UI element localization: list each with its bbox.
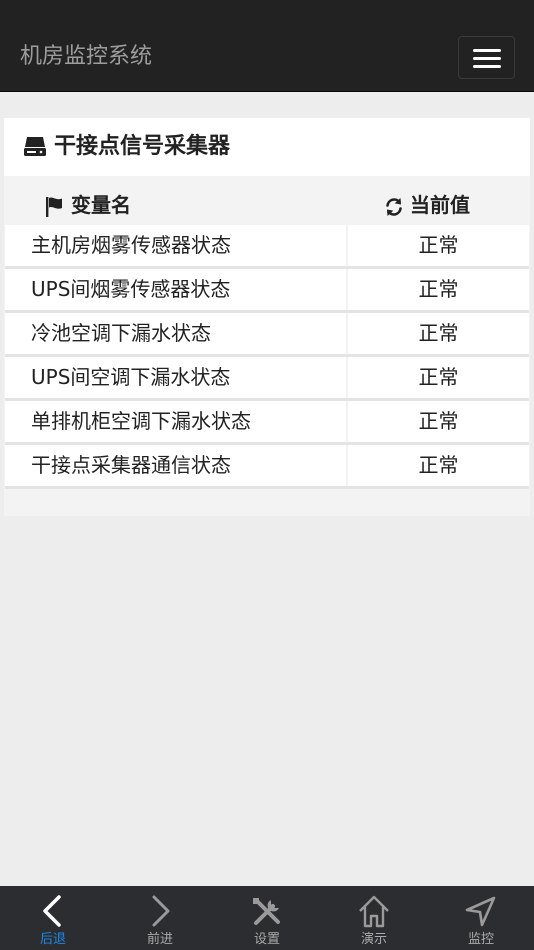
column-header-name: 变量名 [45,190,245,220]
table-row: UPS间烟雾传感器状态 正常 [5,269,529,313]
status-bar [0,0,534,20]
variable-name: UPS间空调下漏水状态 [5,357,346,398]
table-row: 冷池空调下漏水状态 正常 [5,313,529,357]
refresh-icon [384,195,404,225]
variable-value: 正常 [348,401,529,442]
variable-value: 正常 [348,445,529,486]
home-icon [359,895,389,928]
chevron-left-icon [43,895,61,927]
app-title: 机房监控系统 [20,44,153,69]
hard-drive-icon [23,134,47,162]
tab-forward-label: 前进 [146,932,173,947]
top-navbar: 机房监控系统 [0,20,534,92]
tab-forward[interactable]: 前进 [107,886,213,950]
tab-settings-label: 设置 [253,932,280,947]
chevron-right-icon [152,895,170,927]
tab-monitor[interactable]: 监控 [428,886,534,950]
flag-icon [45,195,65,225]
variable-table: 主机房烟雾传感器状态 正常 UPS间烟雾传感器状态 正常 冷池空调下漏水状态 正… [5,225,529,489]
tools-icon [253,898,280,925]
tab-settings[interactable]: 设置 [214,886,320,950]
table-row: UPS间空调下漏水状态 正常 [5,357,529,401]
table-row: 单排机柜空调下漏水状态 正常 [5,401,529,445]
column-header-name-label: 变量名 [71,193,131,217]
table-row: 主机房烟雾传感器状态 正常 [5,225,529,269]
variable-value: 正常 [348,313,529,354]
variable-name: 冷池空调下漏水状态 [5,313,346,354]
variable-value: 正常 [348,269,529,310]
tab-demo[interactable]: 演示 [321,886,427,950]
variable-name: 主机房烟雾传感器状态 [5,225,346,266]
bottom-tab-bar: 后退 前进 设置 演示 监控 [0,886,534,950]
variable-name: UPS间烟雾传感器状态 [5,269,346,310]
tab-back[interactable]: 后退 [0,886,106,950]
column-header-value-label: 当前值 [410,193,470,217]
variable-value: 正常 [348,225,529,266]
tab-monitor-label: 监控 [467,932,494,947]
panel-heading: 干接点信号采集器 [4,118,530,176]
tab-demo-label: 演示 [360,932,387,947]
variable-value: 正常 [348,357,529,398]
column-header-value: 当前值 [384,190,524,220]
navigation-arrow-icon [465,896,496,927]
variable-name: 单排机柜空调下漏水状态 [5,401,346,442]
table-row: 干接点采集器通信状态 正常 [5,445,529,489]
collector-panel: 干接点信号采集器 变量名 当前值 主机房烟雾传感器状态 正常 UPS间烟雾传感器… [4,118,530,516]
tab-back-label: 后退 [39,932,66,947]
menu-toggle-button[interactable] [458,36,515,79]
panel-title: 干接点信号采集器 [54,134,231,159]
variable-name: 干接点采集器通信状态 [5,445,346,486]
